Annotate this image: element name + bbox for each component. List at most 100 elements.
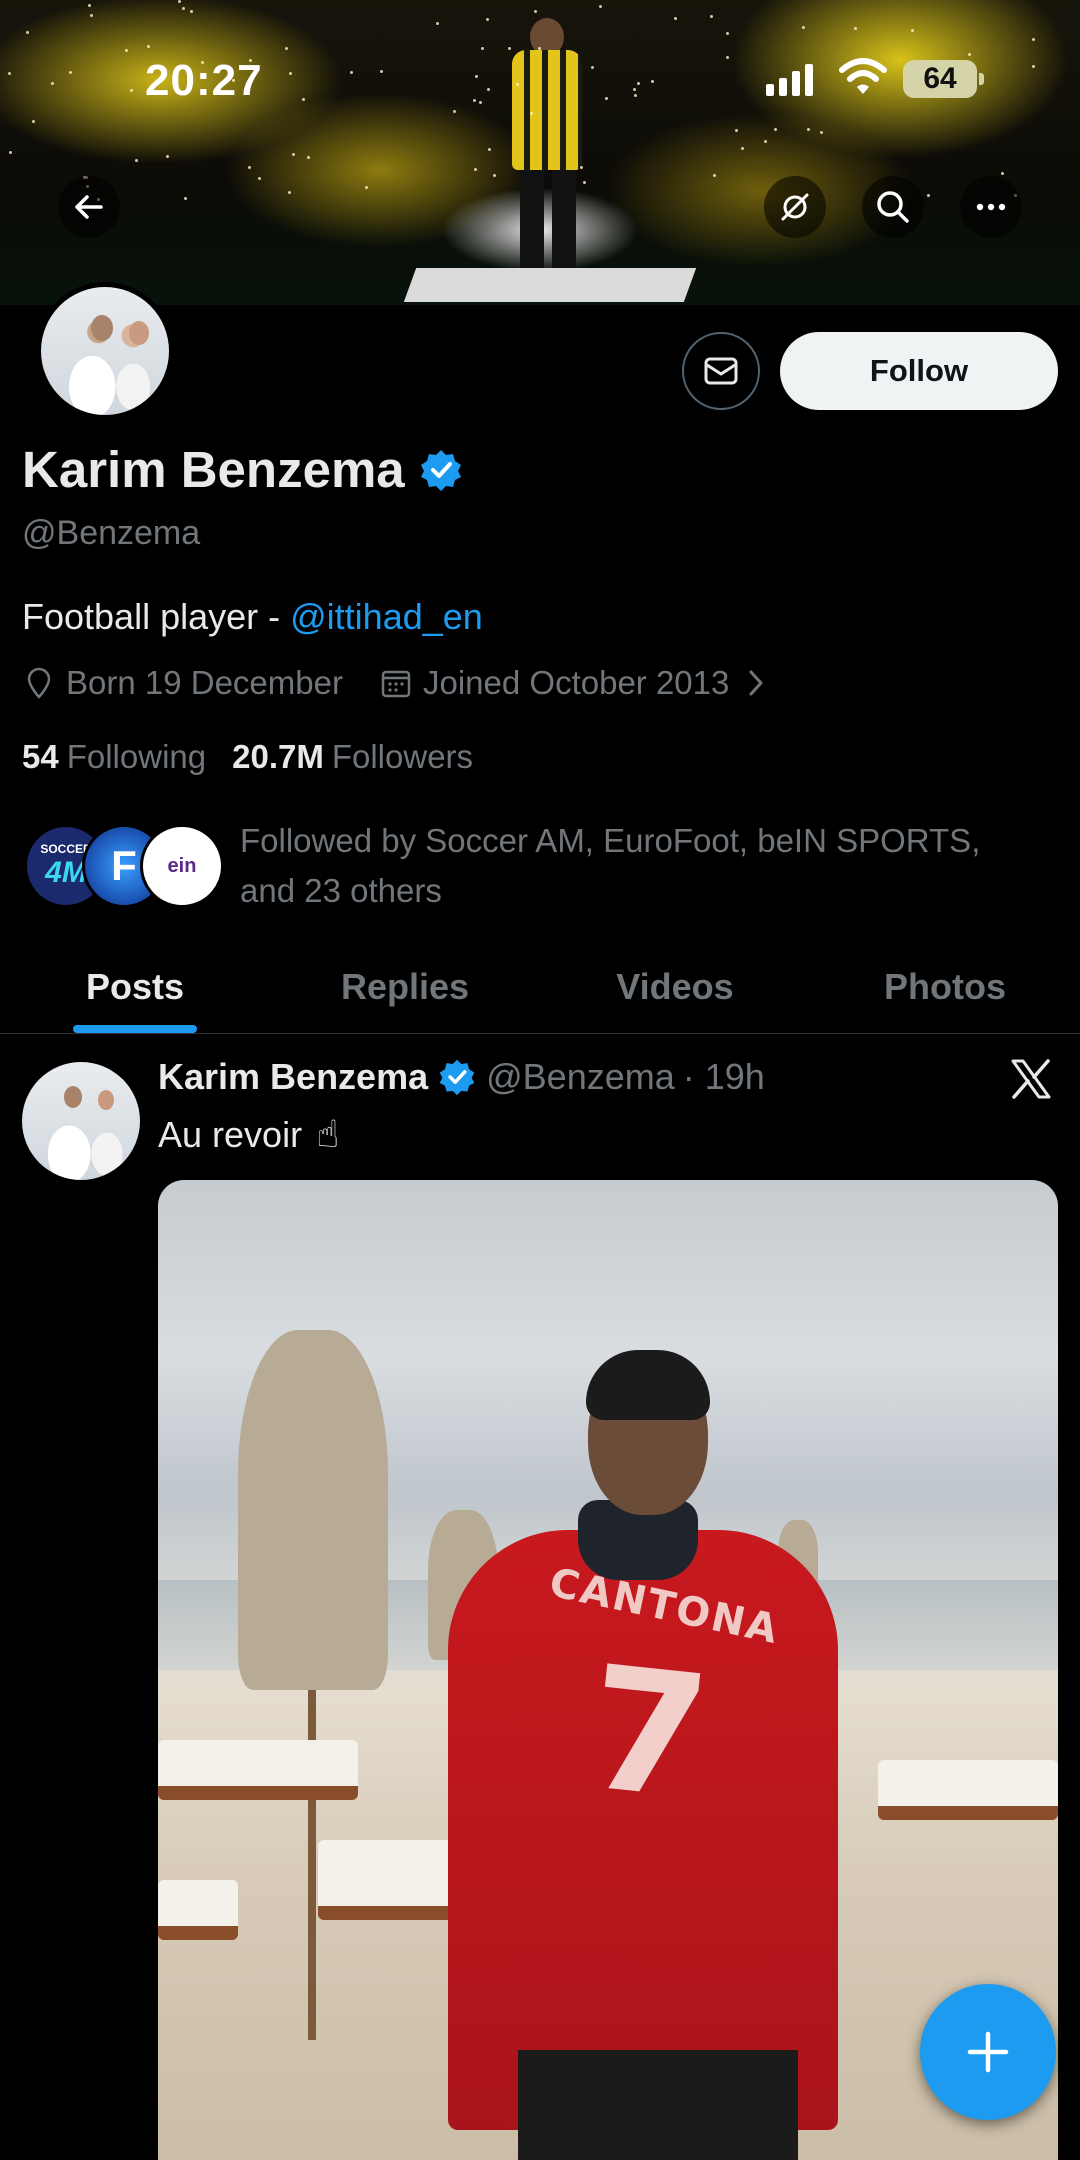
banner-sparkle bbox=[854, 27, 857, 30]
profile-avatar[interactable] bbox=[36, 282, 174, 420]
banner-sparkle bbox=[350, 71, 353, 74]
battery-level: 64 bbox=[923, 62, 957, 95]
followers-label: Followers bbox=[331, 738, 474, 775]
bein-sports-avatar: ein bbox=[140, 824, 224, 908]
tab-posts[interactable]: Posts bbox=[0, 940, 270, 1033]
banner-sparkle bbox=[130, 89, 133, 92]
location-pin-icon bbox=[27, 667, 51, 699]
search-button[interactable] bbox=[862, 176, 924, 238]
post-image[interactable]: CANTONA 7 bbox=[158, 1180, 1058, 2160]
following-link[interactable]: 54 Following bbox=[22, 738, 206, 776]
banner-sparkle bbox=[307, 156, 310, 159]
banner-sparkle bbox=[292, 153, 295, 156]
joined-info[interactable]: Joined October 2013 bbox=[379, 664, 773, 702]
more-options-button[interactable] bbox=[960, 176, 1022, 238]
banner-sparkle bbox=[248, 166, 251, 169]
message-button[interactable] bbox=[682, 332, 760, 410]
banner-sparkle bbox=[479, 101, 482, 104]
banner-sparkle bbox=[488, 148, 491, 151]
tab-replies[interactable]: Replies bbox=[270, 940, 540, 1033]
status-time: 20:27 bbox=[145, 56, 263, 105]
calendar-icon bbox=[381, 670, 411, 698]
post-header: Karim Benzema @Benzema · 19h bbox=[158, 1056, 765, 1098]
banner-sparkle bbox=[1001, 172, 1004, 175]
followers-link[interactable]: 20.7M Followers bbox=[232, 738, 473, 776]
banner-sparkle bbox=[474, 168, 477, 171]
banner-sparkle bbox=[32, 120, 35, 123]
banner-sparkle bbox=[713, 174, 716, 177]
envelope-icon bbox=[704, 357, 738, 385]
profile-banner[interactable] bbox=[0, 0, 1080, 305]
banner-sparkle bbox=[436, 22, 439, 25]
banner-sparkle bbox=[538, 47, 541, 50]
banner-sparkle bbox=[135, 159, 138, 162]
banner-sparkle bbox=[486, 18, 489, 21]
banner-sparkle bbox=[634, 94, 637, 97]
follow-button[interactable]: Follow bbox=[780, 332, 1058, 410]
post-timestamp[interactable]: · 19h bbox=[683, 1056, 765, 1098]
banner-sparkle bbox=[516, 83, 519, 86]
banner-sparkle bbox=[258, 177, 261, 180]
bein-sports-avatar-text: ein bbox=[167, 854, 197, 877]
birthday-info: Born 19 December bbox=[22, 664, 343, 702]
post-author-avatar[interactable] bbox=[22, 1062, 140, 1180]
banner-player-legs bbox=[520, 170, 576, 280]
banner-sparkle bbox=[911, 29, 914, 32]
jersey-number: 7 bbox=[578, 1629, 718, 1839]
back-button[interactable] bbox=[58, 176, 120, 238]
banner-sparkle bbox=[508, 47, 511, 50]
image-lounger bbox=[878, 1760, 1058, 1820]
follow-counts: 54 Following 20.7M Followers bbox=[22, 738, 473, 776]
bio-mention-link[interactable]: @ittihad_en bbox=[290, 596, 483, 637]
banner-sparkle bbox=[8, 72, 11, 75]
x-logo-icon bbox=[1011, 1059, 1051, 1099]
profile-handle: @Benzema bbox=[22, 514, 201, 552]
banner-sparkle bbox=[184, 197, 187, 200]
avatar-face bbox=[98, 1090, 114, 1110]
followed-by-text[interactable]: Followed by Soccer AM, EuroFoot, beIN SP… bbox=[240, 816, 1050, 916]
banner-sparkle bbox=[302, 98, 305, 101]
banner-sparkle bbox=[591, 66, 594, 69]
banner-sparkle bbox=[637, 82, 640, 85]
banner-sparkle bbox=[735, 129, 738, 132]
banner-stage-light bbox=[403, 268, 697, 302]
post-text-content: Au revoir bbox=[158, 1113, 303, 1155]
image-umbrella bbox=[238, 1330, 388, 1690]
banner-sparkle bbox=[927, 194, 930, 197]
banner-sparkle bbox=[453, 110, 456, 113]
banner-sparkle bbox=[807, 128, 810, 131]
banner-sparkle bbox=[741, 147, 744, 150]
banner-sparkle bbox=[530, 112, 533, 115]
banner-sparkle bbox=[166, 155, 169, 158]
following-label: Following bbox=[66, 738, 207, 775]
banner-sparkle bbox=[289, 72, 292, 75]
banner-sparkle bbox=[285, 47, 288, 50]
more-horizontal-icon bbox=[976, 203, 1006, 211]
post-author-name[interactable]: Karim Benzema bbox=[158, 1056, 428, 1098]
profile-name-text: Karim Benzema bbox=[22, 441, 405, 498]
tab-photos[interactable]: Photos bbox=[810, 940, 1080, 1033]
banner-sparkle bbox=[493, 174, 496, 177]
banner-sparkle bbox=[90, 14, 93, 17]
banner-sparkle bbox=[125, 49, 128, 52]
banner-sparkle bbox=[365, 186, 368, 189]
verified-badge-icon[interactable] bbox=[419, 448, 463, 492]
tab-videos[interactable]: Videos bbox=[540, 940, 810, 1033]
followed-by-avatars[interactable]: SOCCER 4M F ein bbox=[24, 824, 224, 908]
notification-toggle-button[interactable] bbox=[764, 176, 826, 238]
pointing-up-hand-icon: ☝ bbox=[316, 1114, 340, 1156]
banner-sparkle bbox=[605, 97, 608, 100]
banner-sparkle bbox=[774, 128, 777, 131]
no-repost-icon bbox=[781, 193, 809, 221]
banner-sparkle bbox=[802, 26, 805, 29]
compose-button[interactable] bbox=[920, 1984, 1056, 2120]
battery-indicator: 64 bbox=[903, 60, 984, 98]
banner-sparkle bbox=[178, 0, 181, 3]
banner-sparkle bbox=[481, 47, 484, 50]
profile-bio: Football player - @ittihad_en bbox=[22, 596, 483, 638]
banner-sparkle bbox=[1032, 38, 1035, 41]
banner-sparkle bbox=[674, 17, 677, 20]
wifi-icon bbox=[839, 58, 887, 94]
banner-sparkle bbox=[633, 88, 636, 91]
banner-sparkle bbox=[820, 131, 823, 134]
